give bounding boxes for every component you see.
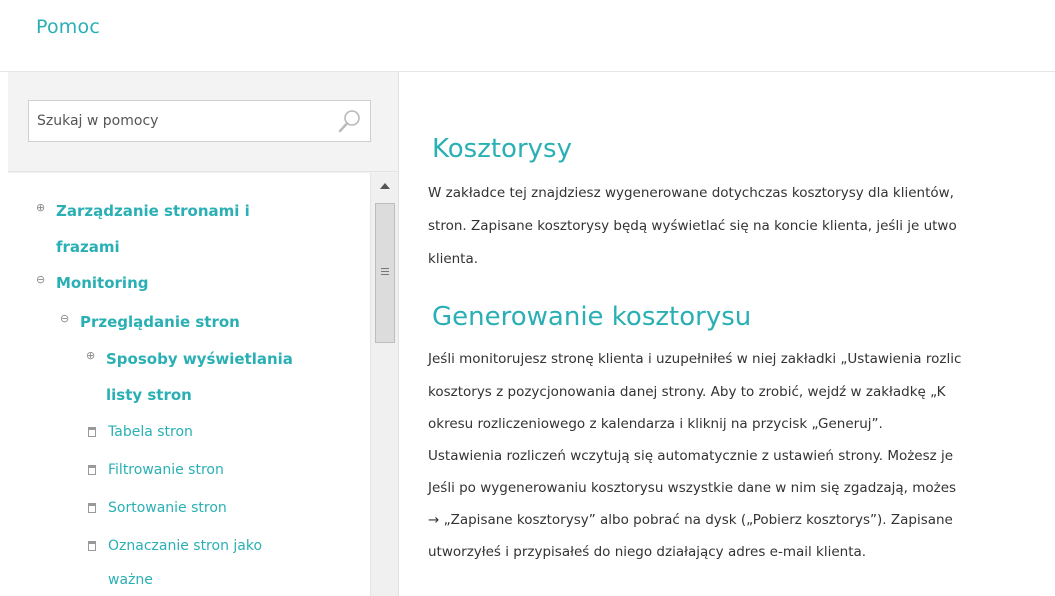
tree-item-zarzadzanie[interactable]: ⊕ Zarządzanie stronami i frazami (36, 193, 250, 265)
tree-item-tabela-stron[interactable]: Tabela stron (88, 415, 193, 449)
scroll-up-arrow-icon[interactable] (371, 173, 399, 197)
paragraph-line: → „Zapisane kosztorysy” albo pobrać na d… (428, 512, 953, 528)
collapse-icon[interactable]: ⊖ (36, 265, 45, 295)
tree-item-monitoring[interactable]: ⊖ Monitoring (36, 265, 148, 301)
tree-item-label[interactable]: Sortowanie stron (88, 491, 227, 525)
grip-line (381, 274, 389, 275)
article-heading: Kosztorysy (432, 134, 572, 164)
search-icon[interactable] (338, 109, 362, 133)
paragraph-line: utworzyłeś i przypisałeś do niego działa… (428, 544, 867, 560)
tree-item-label[interactable]: Monitoring (36, 265, 148, 301)
tree-item-label-cont[interactable]: ważne (88, 563, 262, 596)
help-sidebar: ⊕ Zarządzanie stronami i frazami ⊖ Monit… (8, 72, 399, 596)
expand-icon[interactable]: ⊕ (86, 341, 95, 371)
section-heading: Generowanie kosztorysu (432, 302, 752, 332)
page-icon (88, 503, 96, 513)
paragraph-line: Jeśli monitorujesz stronę klienta i uzup… (428, 351, 962, 367)
paragraph-line: klienta. (428, 251, 479, 267)
page-icon (88, 541, 96, 551)
page-title: Pomoc (36, 16, 100, 38)
tree-item-label[interactable]: Oznaczanie stron jako (88, 529, 262, 563)
tree-item-przegladanie-stron[interactable]: ⊖ Przeglądanie stron (60, 304, 240, 340)
paragraph-line: W zakładce tej znajdziesz wygenerowane d… (428, 185, 954, 201)
tree-item-filtrowanie-stron[interactable]: Filtrowanie stron (88, 453, 224, 487)
tree-item-label-cont[interactable]: frazami (36, 229, 250, 265)
expand-icon[interactable]: ⊕ (36, 193, 45, 223)
tree-item-label[interactable]: Sposoby wyświetlania (86, 341, 293, 377)
tree-scrollbar[interactable] (370, 173, 398, 596)
search-area (8, 72, 398, 172)
page-header: Pomoc (0, 0, 1055, 72)
search-input[interactable] (29, 101, 329, 141)
tree-item-label-cont[interactable]: listy stron (86, 377, 293, 413)
page-icon (88, 427, 96, 437)
tree-item-label[interactable]: Filtrowanie stron (88, 453, 224, 487)
tree-item-sortowanie-stron[interactable]: Sortowanie stron (88, 491, 227, 525)
search-box[interactable] (28, 100, 371, 142)
page-icon (88, 465, 96, 475)
tree-item-label[interactable]: Przeglądanie stron (60, 304, 240, 340)
paragraph-line: okresu rozliczeniowego z kalendarza i kl… (428, 416, 883, 432)
grip-line (381, 268, 389, 269)
collapse-icon[interactable]: ⊖ (60, 304, 69, 334)
article-content: Kosztorysy W zakładce tej znajdziesz wyg… (400, 72, 1055, 596)
paragraph-line: stron. Zapisane kosztorysy będą wyświetl… (428, 218, 957, 234)
grip-line (381, 271, 389, 272)
tree-item-sposoby-wyswietlania[interactable]: ⊕ Sposoby wyświetlania listy stron (86, 341, 293, 413)
tree-item-label[interactable]: Tabela stron (88, 415, 193, 449)
help-topics-tree: ⊕ Zarządzanie stronami i frazami ⊖ Monit… (8, 173, 370, 596)
tree-item-label[interactable]: Zarządzanie stronami i (36, 193, 250, 229)
tree-item-oznaczanie-stron[interactable]: Oznaczanie stron jako ważne (88, 529, 262, 596)
paragraph-line: Jeśli po wygenerowaniu kosztorysu wszyst… (428, 480, 957, 496)
paragraph-line: Ustawienia rozliczeń wczytują się automa… (428, 448, 954, 464)
paragraph-line: kosztorys z pozycjonowania danej strony.… (428, 384, 946, 400)
scroll-thumb[interactable] (375, 203, 395, 343)
